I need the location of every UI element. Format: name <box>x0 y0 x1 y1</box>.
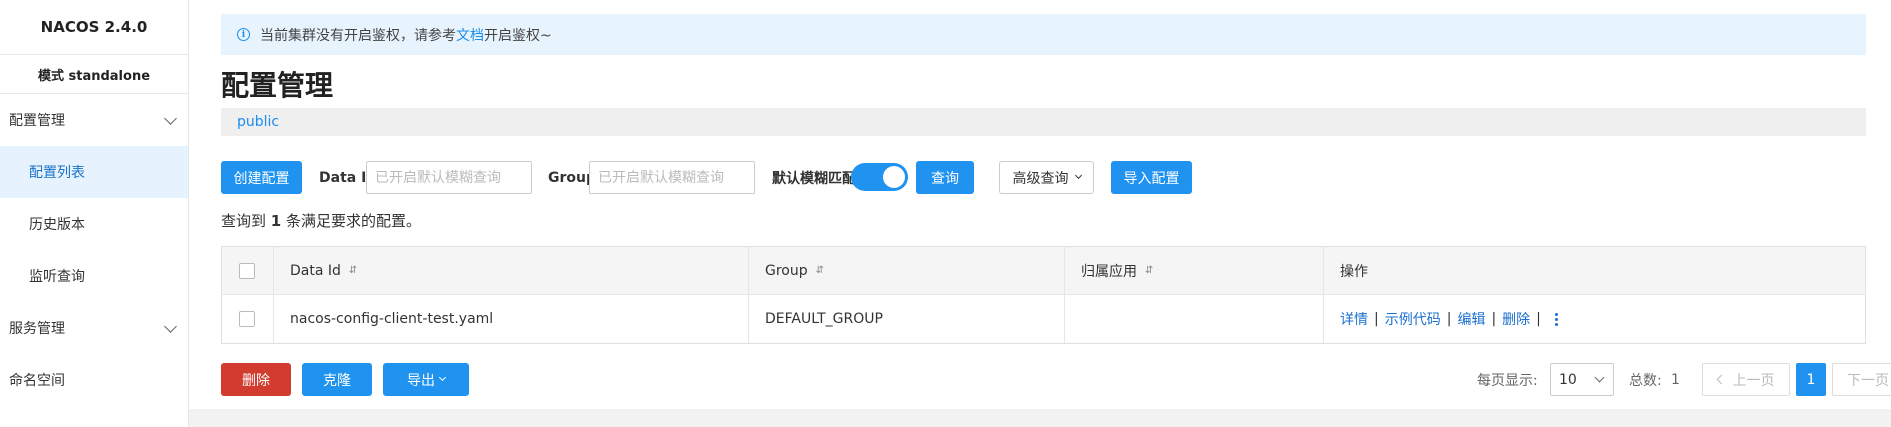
sample-code-link[interactable]: 示例代码 <box>1385 309 1441 329</box>
toolbar: 创建配置 Data ID Group 默认模糊匹配 查询 高级查询 导入配置 <box>221 161 1866 194</box>
export-button[interactable]: 导出 <box>383 363 469 396</box>
row-checkbox[interactable] <box>239 311 255 327</box>
main-content: i 当前集群没有开启鉴权，请参考 文档 开启鉴权~ 配置管理 public 创建配置… <box>189 0 1891 427</box>
clone-button[interactable]: 克隆 <box>302 363 372 396</box>
fuzzy-match-label: 默认模糊匹配 <box>772 170 856 187</box>
toggle-knob <box>883 166 905 188</box>
app-brand: NACOS 2.4.0 <box>0 0 188 55</box>
page-1-button[interactable]: 1 <box>1796 363 1826 396</box>
table-row: nacos-config-client-test.yaml DEFAULT_GR… <box>222 295 1865 343</box>
col-app-label: 归属应用 <box>1081 263 1137 280</box>
col-actions: 操作 <box>1324 247 1865 294</box>
nav-item-history[interactable]: 历史版本 <box>0 198 188 250</box>
prev-page-label: 上一页 <box>1732 372 1775 389</box>
data-id-input[interactable] <box>366 161 532 194</box>
namespace-public[interactable]: public <box>237 114 279 130</box>
page-size-value: 10 <box>1559 371 1577 388</box>
chevron-down-icon <box>164 319 177 333</box>
page-size-select[interactable]: 10 <box>1550 363 1614 396</box>
table-footer: 删除 克隆 导出 每页显示: 10 总数: 1 上一页 1 下一页 <box>221 363 1891 396</box>
sort-icon[interactable]: ⇵ <box>349 265 357 276</box>
group-input[interactable] <box>589 161 755 194</box>
cell-app <box>1065 295 1324 343</box>
col-data-id: Data Id ⇵ <box>274 247 749 294</box>
chevron-down-icon <box>164 111 177 125</box>
docs-link[interactable]: 文档 <box>456 25 484 45</box>
notice-text-after: 开启鉴权~ <box>484 27 552 44</box>
fuzzy-match-toggle[interactable] <box>851 163 908 191</box>
result-prefix: 查询到 <box>221 212 267 230</box>
export-label: 导出 <box>407 372 435 389</box>
table-header: Data Id ⇵ Group ⇵ 归属应用 ⇵ 操作 <box>222 247 1865 295</box>
nav-group-namespace[interactable]: 命名空间 <box>0 354 188 406</box>
col-data-id-label: Data Id <box>290 262 341 279</box>
chevron-down-icon <box>1594 372 1605 383</box>
col-group: Group ⇵ <box>749 247 1065 294</box>
more-actions-icon[interactable] <box>1554 312 1558 326</box>
info-icon: i <box>237 28 250 41</box>
nav-item-config-list[interactable]: 配置列表 <box>0 146 188 198</box>
nav-group-config-label: 配置管理 <box>9 113 65 129</box>
next-page-label: 下一页 <box>1847 372 1889 389</box>
sort-icon[interactable]: ⇵ <box>816 265 824 276</box>
chevron-down-icon <box>1074 171 1082 180</box>
nav-group-service[interactable]: 服务管理 <box>0 302 188 354</box>
auth-notice: i 当前集群没有开启鉴权，请参考 文档 开启鉴权~ <box>221 14 1866 55</box>
bottom-strip <box>189 409 1891 427</box>
edit-link[interactable]: 编辑 <box>1457 309 1485 329</box>
query-button[interactable]: 查询 <box>916 161 974 194</box>
total-label: 总数: <box>1629 372 1662 389</box>
mode-label: 模式 standalone <box>0 55 188 94</box>
cell-data-id: nacos-config-client-test.yaml <box>274 295 749 343</box>
import-config-button[interactable]: 导入配置 <box>1111 161 1192 194</box>
total-value: 1 <box>1671 371 1680 388</box>
delete-link[interactable]: 删除 <box>1502 309 1530 329</box>
result-summary: 查询到 1 条满足要求的配置。 <box>221 210 421 231</box>
cell-group: DEFAULT_GROUP <box>749 295 1065 343</box>
nav-item-listener-query[interactable]: 监听查询 <box>0 250 188 302</box>
nav-group-service-label: 服务管理 <box>9 321 65 337</box>
chevron-down-icon <box>438 373 447 382</box>
sort-icon[interactable]: ⇵ <box>1145 265 1153 276</box>
result-count: 1 <box>270 212 282 230</box>
chevron-left-icon <box>1716 374 1726 385</box>
config-table: Data Id ⇵ Group ⇵ 归属应用 ⇵ 操作 nacos-config-cl… <box>221 246 1866 344</box>
next-page-button[interactable]: 下一页 <box>1832 363 1891 396</box>
namespace-bar: public <box>221 108 1866 136</box>
nav-group-config[interactable]: 配置管理 <box>0 94 188 146</box>
bulk-delete-button[interactable]: 删除 <box>221 363 291 396</box>
select-all-checkbox[interactable] <box>239 262 255 279</box>
prev-page-button[interactable]: 上一页 <box>1702 363 1790 396</box>
col-app: 归属应用 ⇵ <box>1065 247 1324 294</box>
cell-actions: 详情 | 示例代码 | 编辑 | 删除 | <box>1324 295 1865 343</box>
nav-group-namespace-label: 命名空间 <box>9 373 65 389</box>
create-config-button[interactable]: 创建配置 <box>221 161 302 194</box>
page-size-label: 每页显示: <box>1477 372 1538 389</box>
result-suffix: 条满足要求的配置。 <box>286 212 422 230</box>
detail-link[interactable]: 详情 <box>1340 309 1368 329</box>
col-group-label: Group <box>765 262 808 279</box>
col-actions-label: 操作 <box>1340 263 1368 280</box>
notice-text-before: 当前集群没有开启鉴权，请参考 <box>260 27 456 44</box>
advanced-query-button[interactable]: 高级查询 <box>999 161 1094 194</box>
sidebar: NACOS 2.4.0 模式 standalone 配置管理 配置列表 历史版本… <box>0 0 189 427</box>
page-title: 配置管理 <box>221 69 334 102</box>
advanced-query-label: 高级查询 <box>1012 170 1069 187</box>
